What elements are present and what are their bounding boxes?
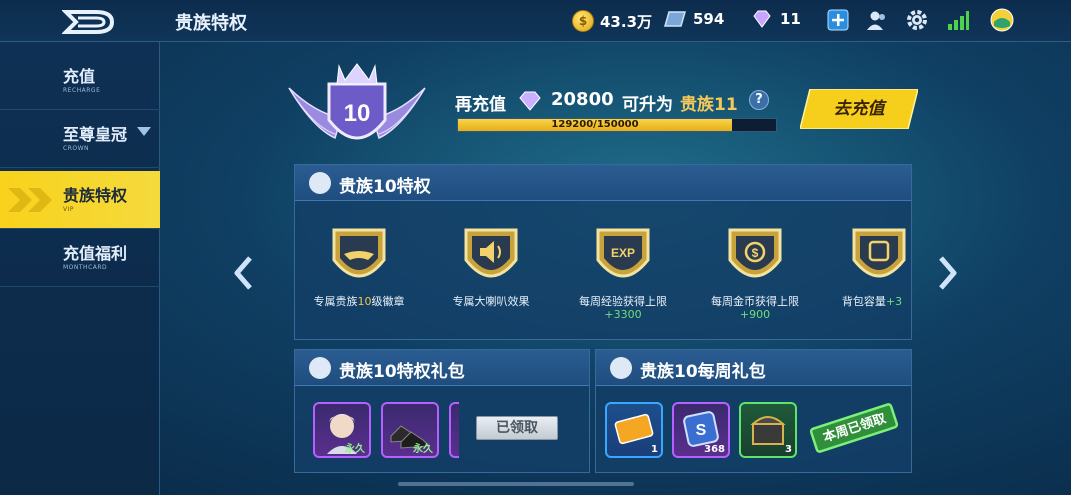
item-duration-tag: 永久 (413, 444, 433, 455)
crown-icon (610, 357, 632, 379)
sidebar: 充值 RECHARGE 至尊皇冠 CROWN 贵族特权 VIP 充值福利 MON… (0, 42, 160, 495)
coin-badge-icon: $ (728, 228, 782, 278)
ticket-icon (664, 11, 686, 27)
wing-badge-icon (332, 228, 386, 278)
privilege-item[interactable] (446, 226, 536, 290)
privilege-text-highlight: +900 (739, 308, 771, 321)
privilege-text-highlight: +3300 (604, 308, 642, 321)
weekly-pack-panel-header: 贵族10每周礼包 (596, 350, 911, 386)
crown-icon (309, 172, 331, 194)
coin-counter[interactable]: $ 43.3万 (572, 10, 652, 32)
exp-icon: EXP (596, 228, 650, 278)
recharge-button-label: 去充值 (833, 99, 885, 119)
privilege-item[interactable]: $ (710, 226, 800, 290)
privilege-text: 专属贵族10级徽章 (304, 295, 414, 308)
item-quantity: 1 (651, 444, 658, 455)
item-duration-tag: 永久 (345, 444, 365, 455)
privilege-text: 专属大喇叭效果 (436, 295, 546, 308)
gear-icon[interactable] (905, 8, 929, 32)
horizontal-scrollbar[interactable] (398, 482, 634, 486)
privilege-item[interactable] (314, 226, 404, 290)
ticket-amount: 594 (693, 10, 725, 28)
gift-pack-panel-header: 贵族10特权礼包 (295, 350, 589, 386)
gem-icon (519, 91, 541, 111)
privilege-item[interactable]: EXP (578, 226, 668, 290)
sidebar-item-label: 至尊皇冠 (63, 125, 128, 144)
privilege-text-tail: 级徽章 (371, 295, 405, 308)
svg-text:EXP: EXP (611, 246, 635, 260)
backpack-icon (852, 228, 906, 278)
vip-level-badge: 10 (288, 63, 426, 140)
gift-item-shoes[interactable]: 永久 (381, 402, 439, 458)
arrow-right-icon[interactable] (937, 255, 959, 291)
gem-counter[interactable]: 11 (750, 10, 801, 28)
sidebar-item-monthcard[interactable]: 充值福利 MONTHCARD (0, 229, 160, 287)
avatar-icon[interactable] (990, 8, 1014, 32)
coin-amount: 43.3万 (600, 12, 653, 31)
item-quantity: 3 (785, 444, 792, 455)
privilege-text: 每周经验获得上限+3300 (568, 295, 678, 321)
privilege-text-main: 专属贵族 (313, 295, 358, 308)
sidebar-item-vip[interactable]: 贵族特权 VIP (0, 171, 160, 229)
upgrade-tier: 贵族11 (680, 95, 738, 115)
speaker-icon (464, 228, 518, 278)
recharge-amount: 20800 (551, 89, 614, 110)
weekly-item-card[interactable]: S 368 (672, 402, 730, 458)
weekly-item-ticket[interactable]: 1 (605, 402, 663, 458)
sidebar-item-label: 充值 (63, 67, 96, 86)
coin-icon: $ (572, 10, 594, 32)
chevron-down-icon (137, 127, 151, 136)
privilege-text-main: 背包容量 (841, 295, 886, 308)
claimed-button: 已领取 (476, 416, 558, 440)
page-title: 贵族特权 (175, 13, 247, 34)
vip-progress-bar: 129200/150000 (457, 118, 777, 132)
gift-item-partial[interactable] (449, 402, 459, 458)
gift-pack-title: 贵族10特权礼包 (339, 362, 465, 382)
sidebar-item-sublabel: VIP (63, 206, 74, 213)
privilege-text-highlight: +3 (885, 295, 903, 308)
gem-amount: 11 (780, 10, 801, 28)
signal-icon (948, 11, 969, 30)
upgrade-prefix: 可升为 (622, 95, 673, 115)
sidebar-item-sublabel: MONTHCARD (63, 264, 108, 271)
help-icon[interactable]: ? (749, 90, 769, 110)
privilege-text-main: 专属大喇叭效果 (452, 295, 530, 308)
sidebar-item-recharge[interactable]: 充值 RECHARGE (0, 52, 160, 110)
vip-progress-text: 129200/150000 (551, 119, 639, 130)
privileges-title: 贵族10特权 (339, 177, 431, 197)
recharge-label: 再充值 (455, 95, 506, 115)
weekly-item-chest[interactable]: 3 (739, 402, 797, 458)
recharge-button[interactable]: 去充值 (800, 89, 918, 129)
privileges-panel-header: 贵族10特权 (295, 165, 911, 201)
svg-text:$: $ (752, 246, 759, 260)
top-bar: 贵族特权 $ 43.3万 594 11 (0, 0, 1071, 42)
ticket-counter[interactable]: 594 (663, 10, 724, 28)
gift-item-avatar[interactable]: 永久 (313, 402, 371, 458)
plus-icon[interactable] (826, 8, 850, 32)
sidebar-item-sublabel: RECHARGE (63, 87, 101, 94)
privilege-text: 每周金币获得上限+900 (700, 295, 810, 321)
svg-text:S: S (696, 422, 707, 439)
sidebar-item-crown[interactable]: 至尊皇冠 CROWN (0, 110, 160, 168)
sidebar-item-sublabel: CROWN (63, 145, 90, 152)
privilege-text-highlight: 10 (357, 295, 372, 308)
sidebar-item-label: 充值福利 (63, 244, 128, 263)
arrow-left-icon[interactable] (232, 255, 254, 291)
chevron-right-icon (8, 188, 52, 212)
item-quantity: 368 (704, 444, 725, 455)
crown-icon (309, 357, 331, 379)
vip-level-number: 10 (344, 100, 371, 127)
weekly-pack-title: 贵族10每周礼包 (640, 362, 766, 382)
weekly-claimed-stamp: 本周已领取 (806, 398, 902, 458)
gem-icon (753, 10, 771, 28)
logo-icon[interactable] (62, 8, 116, 36)
friends-icon[interactable] (865, 8, 889, 32)
privilege-text-main: 每周金币获得上限 (711, 295, 799, 308)
privilege-item[interactable] (842, 226, 912, 290)
privilege-text-main: 每周经验获得上限 (579, 295, 667, 308)
privilege-text: 背包容量+3 (832, 295, 912, 308)
sidebar-item-label: 贵族特权 (63, 186, 128, 205)
